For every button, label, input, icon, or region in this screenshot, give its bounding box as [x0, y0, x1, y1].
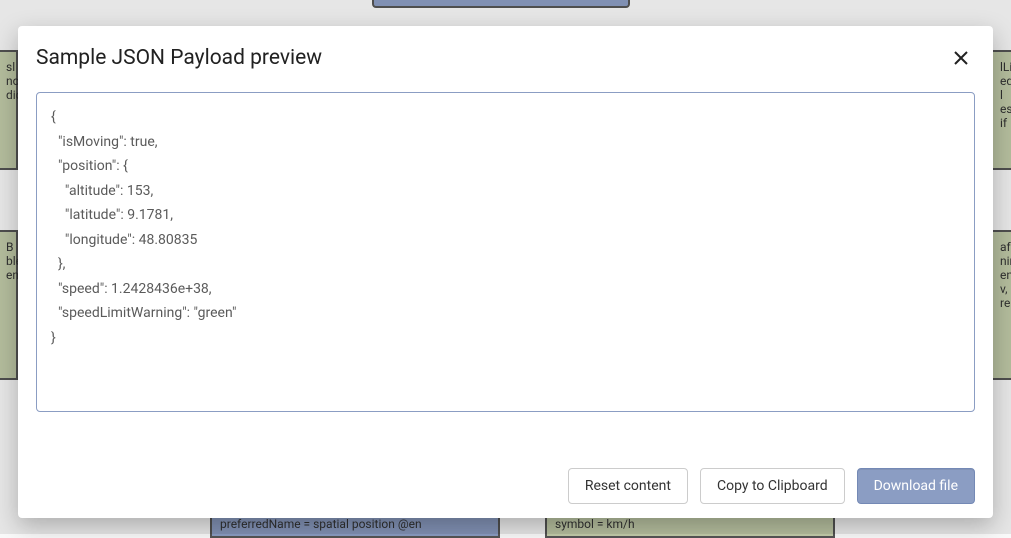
close-icon: [951, 48, 971, 68]
json-preview-modal: Sample JSON Payload preview { "isMoving"…: [18, 26, 993, 518]
close-button[interactable]: [947, 44, 975, 72]
download-file-button[interactable]: Download file: [857, 468, 975, 504]
modal-title: Sample JSON Payload preview: [36, 46, 322, 70]
reset-content-button[interactable]: Reset content: [568, 468, 688, 504]
json-editor[interactable]: { "isMoving": true, "position": { "altit…: [36, 92, 975, 412]
copy-to-clipboard-button[interactable]: Copy to Clipboard: [700, 468, 845, 504]
modal-header: Sample JSON Payload preview: [36, 44, 975, 72]
modal-footer: Reset content Copy to Clipboard Download…: [36, 468, 975, 504]
